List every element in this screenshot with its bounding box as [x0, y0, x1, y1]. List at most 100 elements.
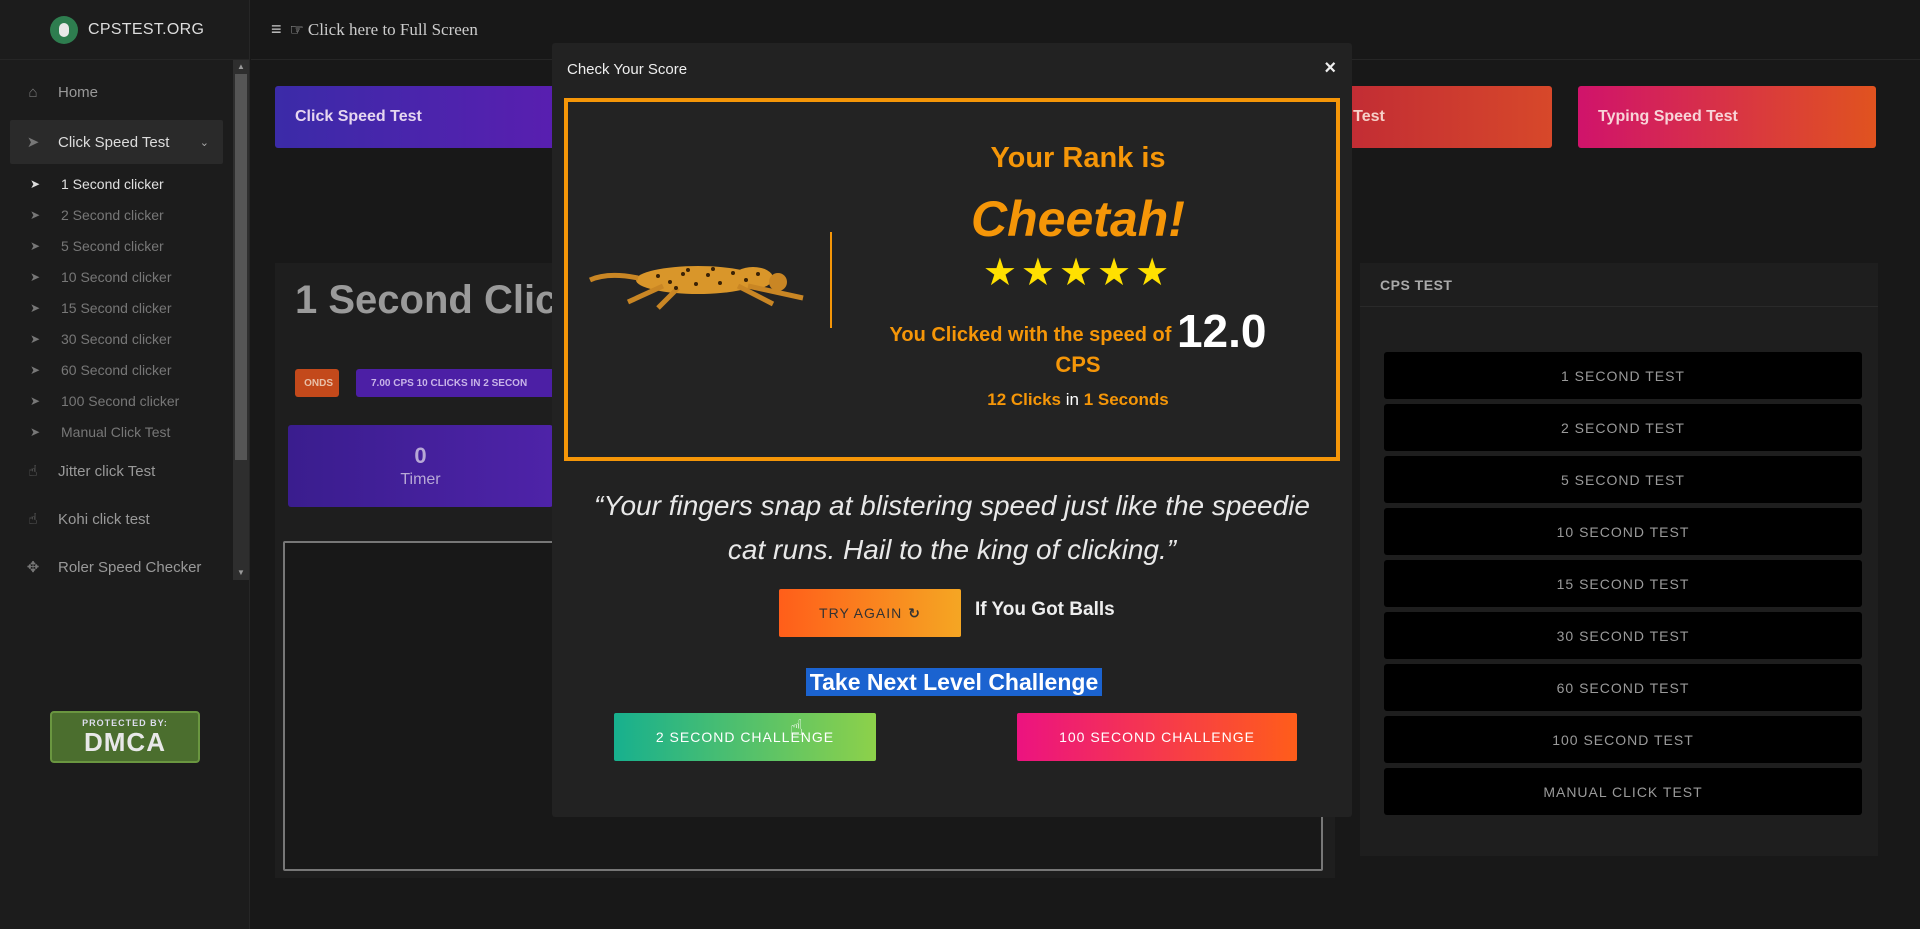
cps-test-button[interactable]: 5 SECOND TEST [1384, 456, 1862, 503]
speed-prefix: You Clicked with the speed of [889, 324, 1172, 346]
mouse-logo-icon [50, 15, 78, 44]
timer-label: Timer [400, 471, 441, 488]
refresh-icon: ↻ [908, 604, 921, 621]
sidebar-subitem-label: 5 Second clicker [61, 237, 164, 254]
try-again-label: TRY AGAIN [819, 605, 903, 621]
brand-name: CPSTEST.ORG [88, 20, 205, 38]
sidebar-subitem-label: 15 Second clicker [61, 299, 172, 316]
sidebar-subitem-100-second[interactable]: ➤ 100 Second clicker [0, 385, 233, 416]
pointer-icon: ➤ [30, 176, 41, 191]
scroll-down-icon[interactable]: ▼ [233, 566, 249, 580]
sidebar-item-label: Roler Speed Checker [58, 558, 202, 576]
cps-test-button[interactable]: 30 SECOND TEST [1384, 612, 1862, 659]
sidebar-subitem-label: 100 Second clicker [61, 392, 180, 409]
cps-test-button[interactable]: 100 SECOND TEST [1384, 716, 1862, 763]
cps-test-button[interactable]: MANUAL CLICK TEST [1384, 768, 1862, 815]
sidebar-subitem-label: Manual Click Test [61, 423, 171, 440]
quote-line: “Your fingers snap at blistering speed j… [594, 490, 1310, 521]
try-again-button[interactable]: TRY AGAIN ↻ [779, 589, 961, 637]
speed-line: You Clicked with the speed of 12.0 [838, 304, 1318, 358]
score-modal: Check Your Score × Your Rank is Cheetah!… [552, 43, 1352, 817]
scroll-up-icon[interactable]: ▲ [233, 60, 249, 74]
pointer-icon: ➤ [26, 134, 40, 151]
timer-value: 0 [414, 443, 427, 468]
sidebar-subitem-2-second[interactable]: ➤ 2 Second clicker [0, 199, 233, 230]
card-click-speed-test[interactable]: Click Speed Test [275, 86, 565, 148]
pointer-icon: ➤ [30, 238, 41, 253]
pointer-icon: ➤ [30, 393, 41, 408]
crosshair-icon: ✥ [26, 559, 40, 576]
next-level-heading: Take Next Level Challenge [795, 668, 1113, 696]
pointer-icon: ➤ [30, 300, 41, 315]
pointing-hand-icon: ☞ [289, 21, 304, 39]
rank-name: Cheetah! [971, 191, 1185, 247]
pointer-icon: ➤ [30, 362, 41, 377]
fullscreen-link[interactable]: Click here to Full Screen [308, 20, 478, 40]
pointer-icon: ➤ [30, 424, 41, 439]
cps-test-button[interactable]: 2 SECOND TEST [1384, 404, 1862, 451]
sidebar-subitem-label: 30 Second clicker [61, 330, 172, 347]
quote-line: cat runs. Hail to the king of clicking.” [727, 534, 1177, 565]
cps-test-heading: CPS TEST [1360, 263, 1878, 307]
chevron-down-icon: ⌄ [199, 136, 209, 149]
card-speed-test[interactable]: ed Test [1330, 86, 1552, 148]
hand-icon: ☝ [28, 511, 38, 528]
sidebar-subitem-label: 60 Second clicker [61, 361, 172, 378]
clicks-summary: 12 Clicks in 1 Seconds [868, 390, 1288, 410]
timer-box: 0 Timer [288, 425, 553, 507]
result-pill: 7.00 CPS 10 CLICKS IN 2 SECON [356, 369, 556, 397]
clicks-in: in [1065, 390, 1079, 409]
clicks-count: 12 [987, 390, 1007, 409]
rating-stars-icon: ★★★★★ [982, 252, 1174, 294]
sidebar-subitem-1-second[interactable]: ➤ 1 Second clicker [0, 168, 233, 199]
sidebar-item-home[interactable]: ⌂ Home [0, 68, 233, 116]
hamburger-menu-icon[interactable]: ≡ [271, 19, 282, 40]
sidebar-item-click-speed-test[interactable]: ➤ Click Speed Test ⌄ [10, 120, 223, 164]
cps-test-button[interactable]: 60 SECOND TEST [1384, 664, 1862, 711]
sidebar-item-jitter[interactable]: ☝ Jitter click Test [0, 447, 233, 495]
rank-label: Your Rank is [990, 142, 1166, 174]
cps-test-button[interactable]: 10 SECOND TEST [1384, 508, 1862, 555]
divider [830, 232, 832, 328]
challenge-taunt: If You Got Balls [975, 599, 1115, 620]
cps-test-button[interactable]: 15 SECOND TEST [1384, 560, 1862, 607]
pointer-icon: ➤ [30, 331, 41, 346]
pointer-icon: ➤ [30, 207, 41, 222]
sidebar-item-label: Jitter click Test [58, 462, 156, 480]
sidebar-item-roler[interactable]: ✥ Roler Speed Checker [0, 543, 233, 580]
home-icon: ⌂ [28, 83, 38, 101]
sidebar-subitem-15-second[interactable]: ➤ 15 Second clicker [0, 292, 233, 323]
sidebar-subitem-5-second[interactable]: ➤ 5 Second clicker [0, 230, 233, 261]
seconds-count: 1 [1083, 390, 1094, 409]
result-pill: ONDS [295, 369, 339, 397]
sidebar-scrollbar[interactable]: ▲ ▼ [233, 60, 249, 580]
sidebar-subitem-label: 1 Second clicker [61, 175, 164, 192]
score-box: Your Rank is Cheetah! ★★★★★ You Clicked … [564, 98, 1340, 461]
2-second-challenge-button[interactable]: 2 SECOND CHALLENGE [614, 713, 876, 761]
rank-quote: “Your fingers snap at blistering speed j… [552, 484, 1352, 572]
dmca-logo-text: DMCA [84, 727, 166, 757]
card-typing-speed-test[interactable]: Typing Speed Test [1578, 86, 1876, 148]
sidebar-subitem-60-second[interactable]: ➤ 60 Second clicker [0, 354, 233, 385]
sidebar-item-kohi[interactable]: ☝ Kohi click test [0, 495, 233, 543]
cps-test-button[interactable]: 1 SECOND TEST [1384, 352, 1862, 399]
100-second-challenge-button[interactable]: 100 SECOND CHALLENGE [1017, 713, 1297, 761]
close-icon[interactable]: × [1324, 57, 1336, 80]
modal-title: Check Your Score [567, 60, 688, 78]
sidebar-subitem-30-second[interactable]: ➤ 30 Second clicker [0, 323, 233, 354]
sidebar-subitem-label: 2 Second clicker [61, 206, 164, 223]
sidebar-item-label: Click Speed Test [58, 133, 170, 151]
dmca-badge[interactable]: PROTECTED BY: DMCA [50, 711, 200, 763]
hand-cursor-icon: ☝ [790, 715, 804, 740]
scrollbar-thumb[interactable] [235, 74, 247, 460]
brand[interactable]: CPSTEST.ORG [0, 0, 249, 60]
sidebar-subitem-manual[interactable]: ➤ Manual Click Test [0, 416, 233, 447]
sidebar-subitem-10-second[interactable]: ➤ 10 Second clicker [0, 261, 233, 292]
hand-icon: ☝ [28, 463, 38, 480]
sidebar-subitem-label: 10 Second clicker [61, 268, 172, 285]
cheetah-image [588, 266, 804, 310]
speed-value: 12.0 [1176, 305, 1267, 357]
sidebar-item-label: Kohi click test [58, 510, 150, 528]
sidebar-item-label: Home [58, 83, 99, 101]
clicks-word: Clicks [1010, 390, 1061, 409]
